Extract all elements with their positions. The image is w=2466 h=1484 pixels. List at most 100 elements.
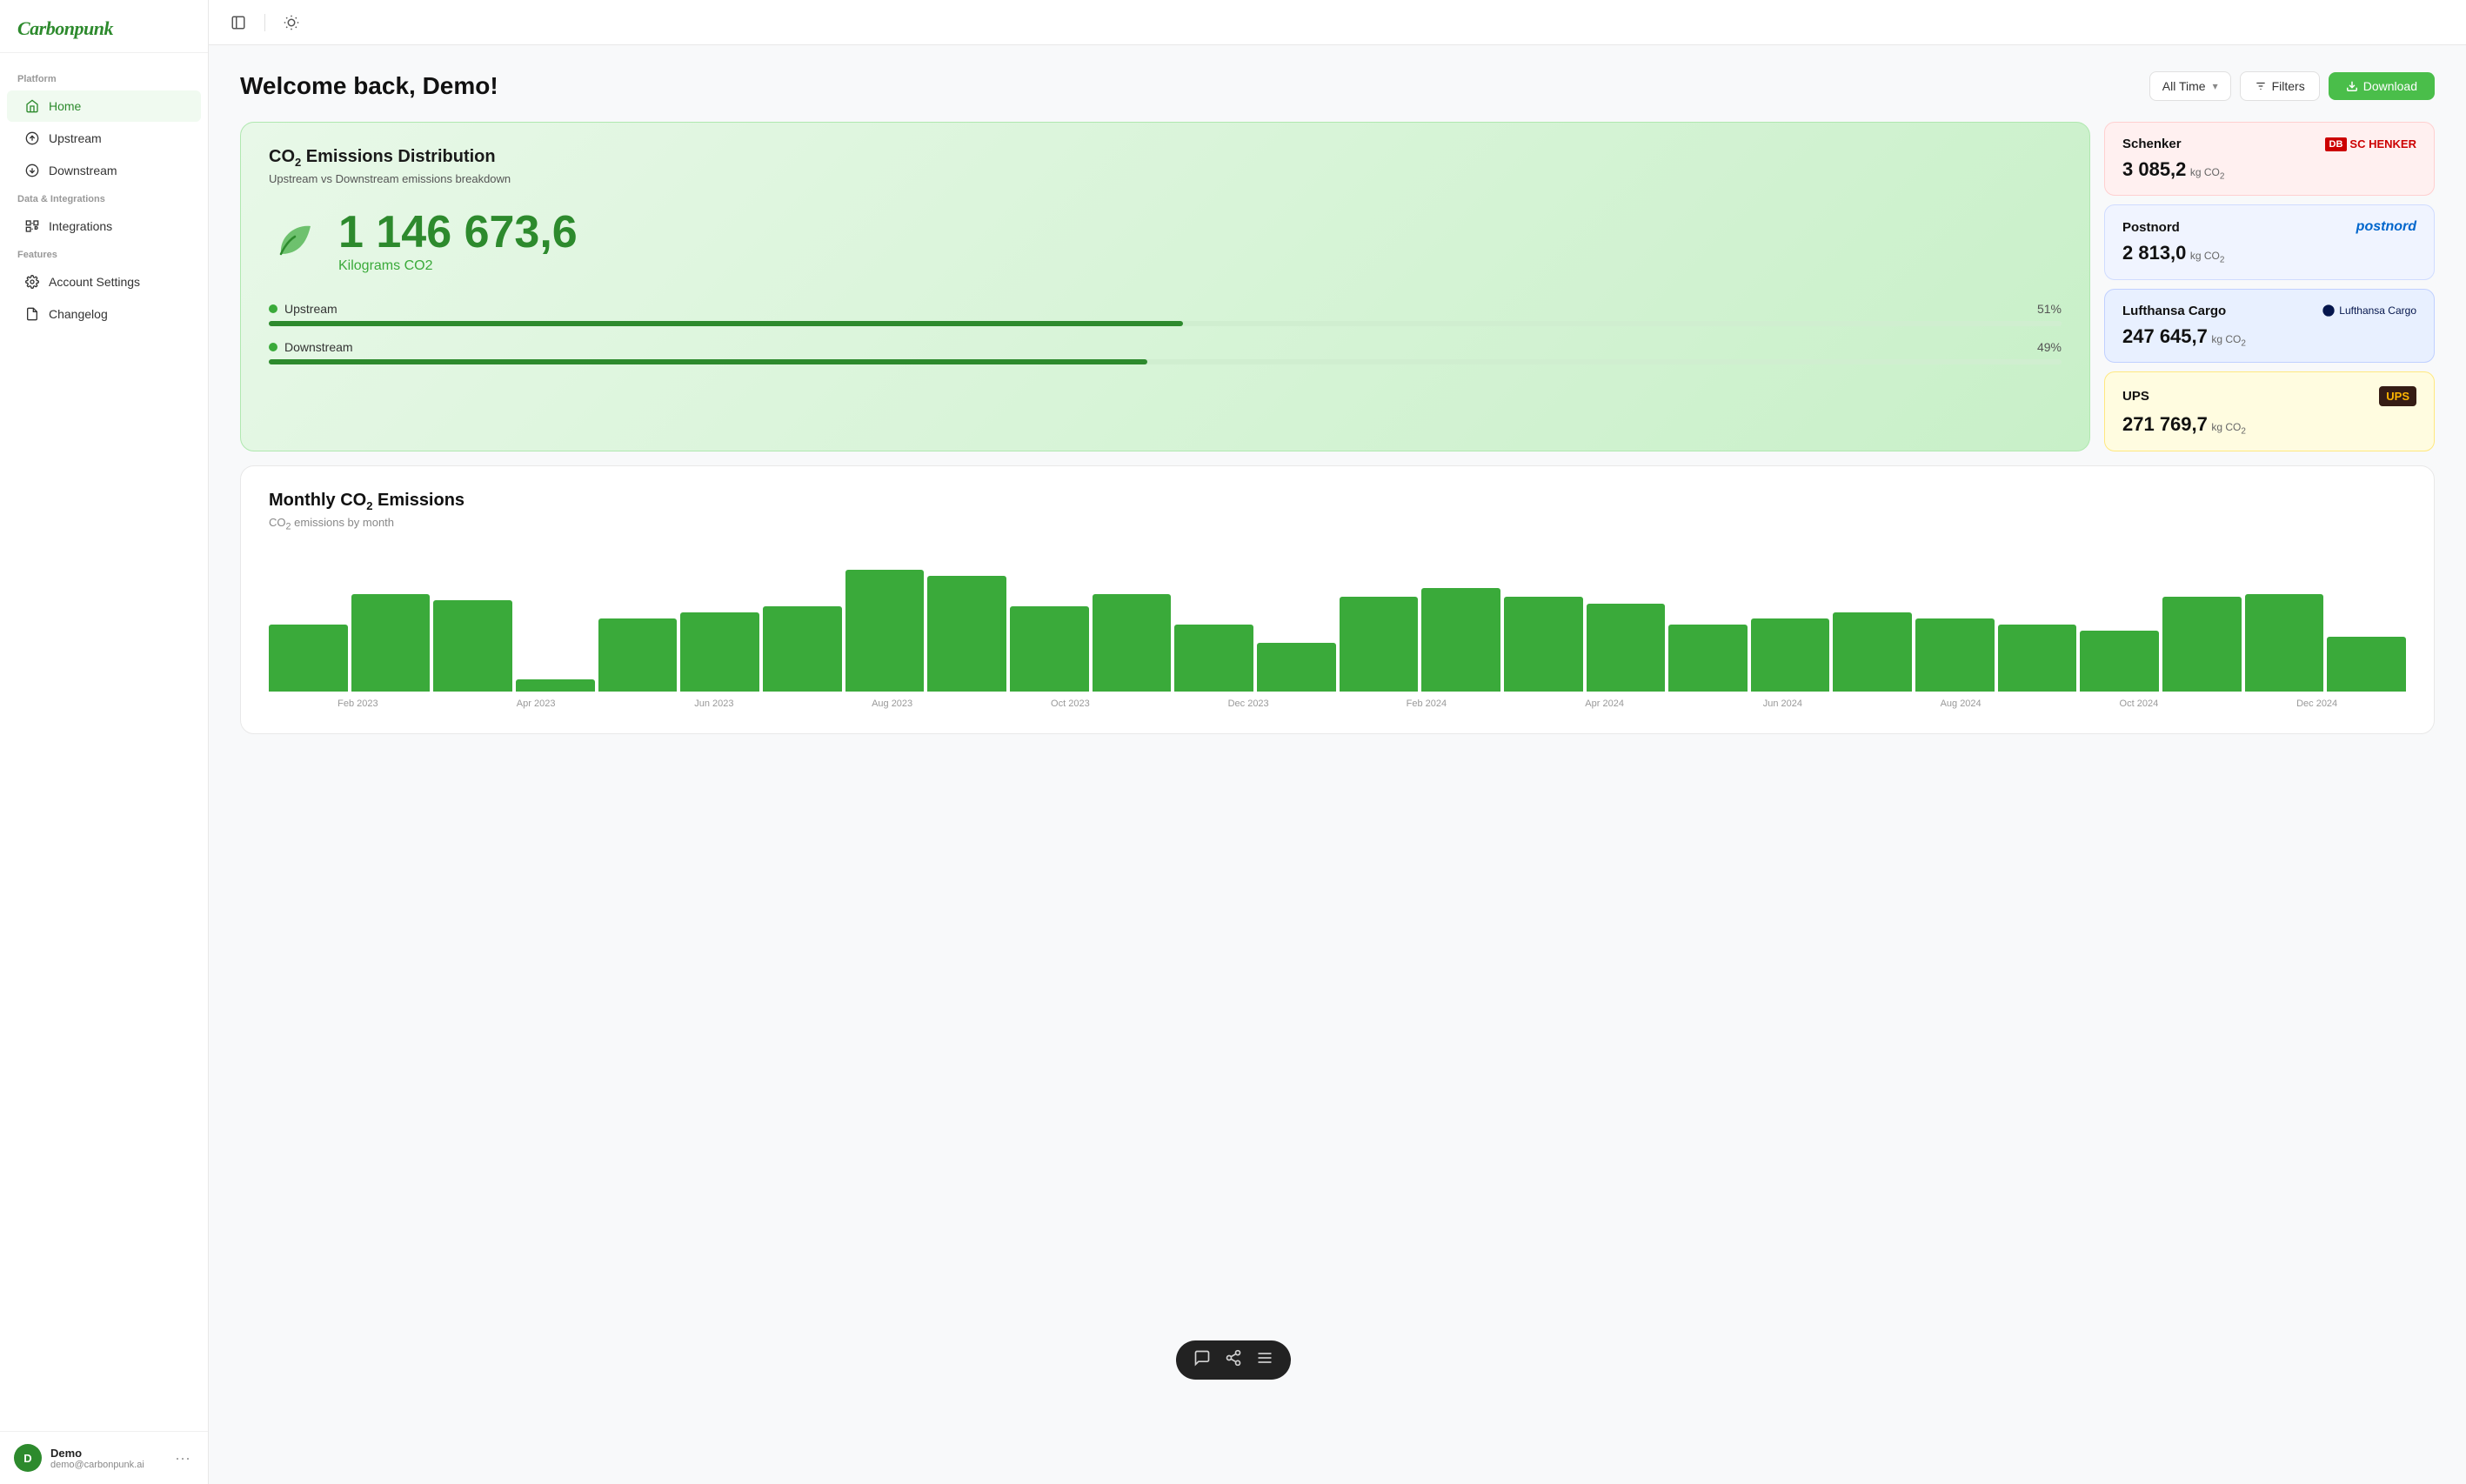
bar-group — [2080, 631, 2159, 692]
bar[interactable] — [2162, 597, 2242, 692]
bar[interactable] — [1915, 618, 1995, 692]
download-label: Download — [2363, 79, 2417, 93]
upstream-progress-fill — [269, 321, 1183, 326]
bar[interactable] — [433, 600, 512, 692]
download-button[interactable]: Download — [2329, 72, 2435, 100]
x-axis-label: Oct 2023 — [981, 699, 1159, 709]
monthly-chart-card: Monthly CO2 Emissions CO2 emissions by m… — [240, 465, 2435, 735]
emissions-unit: Kilograms CO2 — [338, 258, 578, 274]
bar[interactable] — [1668, 625, 1748, 692]
upstream-label: Upstream — [269, 302, 337, 316]
svg-text:Carbonpunk: Carbonpunk — [17, 17, 113, 39]
user-profile: D Demo demo@carbonpunk.ai ··· — [0, 1431, 208, 1484]
bar[interactable] — [1257, 643, 1336, 692]
ups-unit: kg CO2 — [2211, 421, 2246, 433]
menu-icon[interactable] — [1256, 1349, 1273, 1371]
bar[interactable] — [2080, 631, 2159, 692]
sidebar-item-account-settings[interactable]: Account Settings — [7, 266, 201, 297]
page-title: Welcome back, Demo! — [240, 72, 498, 100]
carrier-name-ups: UPS — [2122, 389, 2149, 404]
bar[interactable] — [680, 612, 759, 692]
bar[interactable] — [1833, 612, 1912, 692]
carriers-column: Schenker DB SC HENKER 3 085,2 kg CO2 — [2104, 122, 2435, 451]
downstream-icon — [24, 163, 40, 178]
filters-label: Filters — [2272, 79, 2305, 93]
bar[interactable] — [1751, 618, 1830, 692]
bar-group — [269, 625, 348, 692]
bar[interactable] — [351, 594, 431, 692]
upstream-progress: Upstream 51% — [269, 302, 2062, 326]
page-header: Welcome back, Demo! All Time ▾ Filters D… — [240, 71, 2435, 101]
bar-group — [1010, 606, 1089, 692]
schenker-logo: DB SC HENKER — [2325, 137, 2416, 151]
bar-group — [1587, 604, 1666, 692]
bar[interactable] — [1340, 597, 1419, 692]
bar[interactable] — [1421, 588, 1500, 692]
leaf-icon — [269, 216, 321, 268]
x-axis-label: Jun 2023 — [625, 699, 804, 709]
bar[interactable] — [1174, 625, 1253, 692]
comment-icon[interactable] — [1193, 1349, 1211, 1371]
time-select-dropdown[interactable]: All Time ▾ — [2149, 71, 2231, 101]
bar[interactable] — [1010, 606, 1089, 692]
sidebar-changelog-label: Changelog — [49, 307, 108, 321]
bar[interactable] — [598, 618, 678, 692]
features-section-label: Features — [0, 243, 208, 265]
bar[interactable] — [2245, 594, 2324, 692]
x-axis-label: Aug 2024 — [1872, 699, 2050, 709]
bar[interactable] — [845, 570, 925, 692]
x-axis-label: Jun 2024 — [1694, 699, 1872, 709]
bar-group — [2327, 637, 2406, 692]
downstream-pct: 49% — [2037, 340, 2062, 354]
ups-value: 271 769,7 — [2122, 413, 2208, 435]
carrier-card-ups: UPS UPS 271 769,7 kg CO2 — [2104, 371, 2435, 451]
topbar — [209, 0, 2466, 45]
topbar-divider — [264, 14, 265, 31]
bar-group — [433, 600, 512, 692]
x-axis-label: Apr 2023 — [447, 699, 625, 709]
user-email: demo@carbonpunk.ai — [50, 1460, 163, 1470]
sidebar: Carbonpunk Platform Home Upstream Downst… — [0, 0, 209, 1484]
theme-toggle-button[interactable] — [279, 10, 304, 35]
bar[interactable] — [1587, 604, 1666, 692]
bar[interactable] — [269, 625, 348, 692]
bar[interactable] — [516, 679, 595, 692]
emissions-value: 1 146 673,6 — [338, 210, 578, 255]
user-more-button[interactable]: ··· — [171, 1446, 194, 1471]
sidebar-item-downstream[interactable]: Downstream — [7, 155, 201, 186]
sidebar-nav: Platform Home Upstream Downstream Data &… — [0, 53, 208, 1431]
emissions-card-subtitle: Upstream vs Downstream emissions breakdo… — [269, 172, 2062, 185]
x-axis-label: Dec 2024 — [2228, 699, 2406, 709]
postnord-value: 2 813,0 — [2122, 242, 2186, 264]
bar[interactable] — [1093, 594, 1172, 692]
bar-group — [1668, 625, 1748, 692]
sidebar-item-home[interactable]: Home — [7, 90, 201, 122]
carrier-name-postnord: Postnord — [2122, 220, 2180, 235]
emissions-card-title: CO2 Emissions Distribution — [269, 147, 2062, 169]
x-axis-label: Apr 2024 — [1515, 699, 1694, 709]
bar[interactable] — [2327, 637, 2406, 692]
sidebar-home-label: Home — [49, 99, 81, 113]
platform-section-label: Platform — [0, 67, 208, 90]
sidebar-toggle-button[interactable] — [226, 10, 251, 35]
bar-group — [1340, 597, 1419, 692]
user-avatar: D — [14, 1444, 42, 1472]
sidebar-item-upstream[interactable]: Upstream — [7, 123, 201, 154]
downstream-dot — [269, 343, 277, 351]
sidebar-item-integrations[interactable]: Integrations — [7, 211, 201, 242]
bar-group — [2245, 594, 2324, 692]
logo: Carbonpunk — [0, 0, 208, 53]
bar[interactable] — [1504, 597, 1583, 692]
app-name: Carbonpunk — [17, 16, 190, 40]
x-axis-label: Aug 2023 — [803, 699, 981, 709]
sidebar-item-changelog[interactable]: Changelog — [7, 298, 201, 330]
bar[interactable] — [763, 606, 842, 692]
user-name: Demo — [50, 1447, 163, 1460]
x-labels: Feb 2023Apr 2023Jun 2023Aug 2023Oct 2023… — [269, 699, 2406, 709]
bar-group — [1504, 597, 1583, 692]
share-icon[interactable] — [1225, 1349, 1242, 1371]
x-axis-label: Feb 2024 — [1338, 699, 1516, 709]
bar[interactable] — [927, 576, 1006, 692]
filters-button[interactable]: Filters — [2240, 71, 2320, 101]
bar[interactable] — [1998, 625, 2077, 692]
